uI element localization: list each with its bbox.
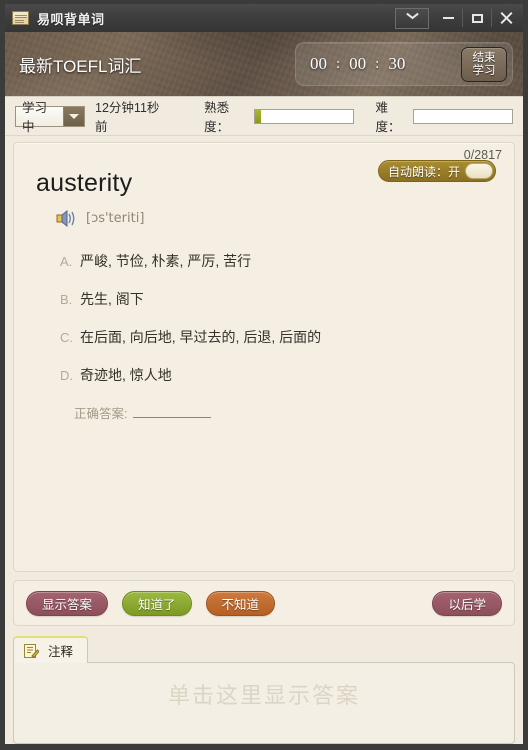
- timer-separator: :: [375, 55, 380, 72]
- auto-read-label: 自动朗读：开: [388, 164, 461, 179]
- difficulty-label: 难度：: [375, 101, 401, 134]
- maximize-button[interactable]: [463, 7, 491, 29]
- tab-notes[interactable]: 注释: [13, 636, 89, 663]
- last-review-time: 12分钟11秒前: [95, 101, 160, 134]
- close-button[interactable]: [492, 7, 520, 29]
- chevron-down-glyph: [407, 15, 418, 21]
- chevron-down-icon[interactable]: [63, 106, 85, 126]
- option-letter: C.: [60, 330, 73, 345]
- timer-display: 00 : 00 : 30: [310, 54, 405, 74]
- option-row[interactable]: B. 先生, 阁下: [14, 289, 514, 309]
- toggle-knob[interactable]: [465, 163, 493, 179]
- timer-hours: 00: [310, 54, 327, 73]
- option-text: 严峻, 节俭, 朴素, 严厉, 苦行: [80, 253, 252, 269]
- unknown-button[interactable]: 不知道: [205, 590, 276, 616]
- option-row[interactable]: A. 严峻, 节俭, 朴素, 严厉, 苦行: [14, 251, 514, 271]
- end-study-button[interactable]: 结束 学习: [461, 47, 507, 82]
- option-row[interactable]: C. 在后面, 向后地, 早过去的, 后退, 后面的: [14, 327, 514, 347]
- book-title: 最新TOEFL词汇: [19, 56, 142, 76]
- option-text: 先生, 阁下: [80, 291, 144, 307]
- phonetic-text: [ɔs'teriti]: [86, 211, 145, 226]
- option-letter: A.: [60, 254, 73, 269]
- notes-tabstrip: 注释: [13, 636, 515, 663]
- book-icon: [12, 11, 29, 25]
- speaker-icon[interactable]: [56, 209, 78, 228]
- difficulty-group: 难度：: [376, 97, 513, 135]
- notes-panel: 注释 单击这里显示答案: [13, 636, 515, 744]
- known-button[interactable]: 知道了: [122, 590, 192, 616]
- main-body: 学习中 12分钟11秒前 熟悉度： 难度： 0/2817 austerity […: [5, 96, 523, 744]
- app-window: 易呗背单词 最新TOEFL词汇 00 : 00 : 30 结束 学习 学习中 1…: [0, 0, 528, 750]
- option-row[interactable]: D. 奇迹地, 惊人地: [14, 365, 514, 385]
- study-later-button[interactable]: 以后学: [432, 590, 502, 616]
- show-answer-button[interactable]: 显示答案: [26, 590, 109, 616]
- window-controls: [395, 4, 520, 32]
- study-toolbar: 学习中 12分钟11秒前 熟悉度： 难度：: [5, 97, 523, 136]
- end-study-line2: 学习: [472, 64, 496, 77]
- auto-read-toggle[interactable]: 自动朗读：开: [378, 160, 496, 182]
- minimize-button[interactable]: [434, 7, 462, 29]
- correct-answer-label: 正确答案:: [74, 407, 128, 421]
- familiarity-meter-fill: [254, 109, 261, 123]
- option-list: A. 严峻, 节俭, 朴素, 严厉, 苦行 B. 先生, 阁下 C. 在后面, …: [14, 251, 514, 385]
- timer-minutes: 00: [349, 54, 367, 73]
- familiarity-group: 熟悉度：: [204, 97, 354, 135]
- maximize-icon: [471, 13, 483, 23]
- tab-notes-label: 注释: [48, 645, 74, 659]
- correct-answer-row: 正确答案:: [74, 403, 514, 422]
- book-header: 最新TOEFL词汇 00 : 00 : 30 结束 学习: [5, 32, 523, 96]
- study-timer-panel: 00 : 00 : 30 结束 学习: [295, 42, 513, 86]
- option-letter: D.: [60, 368, 73, 383]
- familiarity-label: 熟悉度：: [204, 101, 230, 134]
- difficulty-meter[interactable]: [413, 108, 513, 124]
- minimize-icon: [442, 17, 454, 19]
- app-title: 易呗背单词: [37, 11, 105, 27]
- action-bar: 显示答案 知道了 不知道 以后学: [13, 580, 515, 626]
- chevron-down-icon[interactable]: [395, 7, 429, 29]
- phonetic-row: [ɔs'teriti]: [56, 209, 514, 228]
- status-dropdown[interactable]: 学习中: [15, 101, 86, 134]
- end-study-line1: 结束: [472, 51, 496, 64]
- card-container: 0/2817 austerity [ɔs'teriti] 自动朗读：开 A. 严…: [5, 136, 523, 572]
- timer-seconds: 30: [388, 54, 406, 73]
- note-pencil-icon: [23, 643, 40, 659]
- close-icon: [500, 12, 513, 25]
- status-dropdown-value: 学习中: [16, 101, 64, 134]
- option-text: 在后面, 向后地, 早过去的, 后退, 后面的: [80, 329, 322, 345]
- option-letter: B.: [60, 292, 73, 307]
- word-card: 0/2817 austerity [ɔs'teriti] 自动朗读：开 A. 严…: [13, 142, 515, 572]
- correct-answer-value: [133, 405, 212, 418]
- notes-placeholder: 单击这里显示答案: [167, 683, 360, 708]
- notes-content[interactable]: 单击这里显示答案: [13, 662, 515, 744]
- title-bar[interactable]: 易呗背单词: [5, 4, 523, 32]
- option-text: 奇迹地, 惊人地: [80, 367, 172, 383]
- familiarity-meter[interactable]: [253, 108, 354, 124]
- timer-separator: :: [336, 55, 341, 72]
